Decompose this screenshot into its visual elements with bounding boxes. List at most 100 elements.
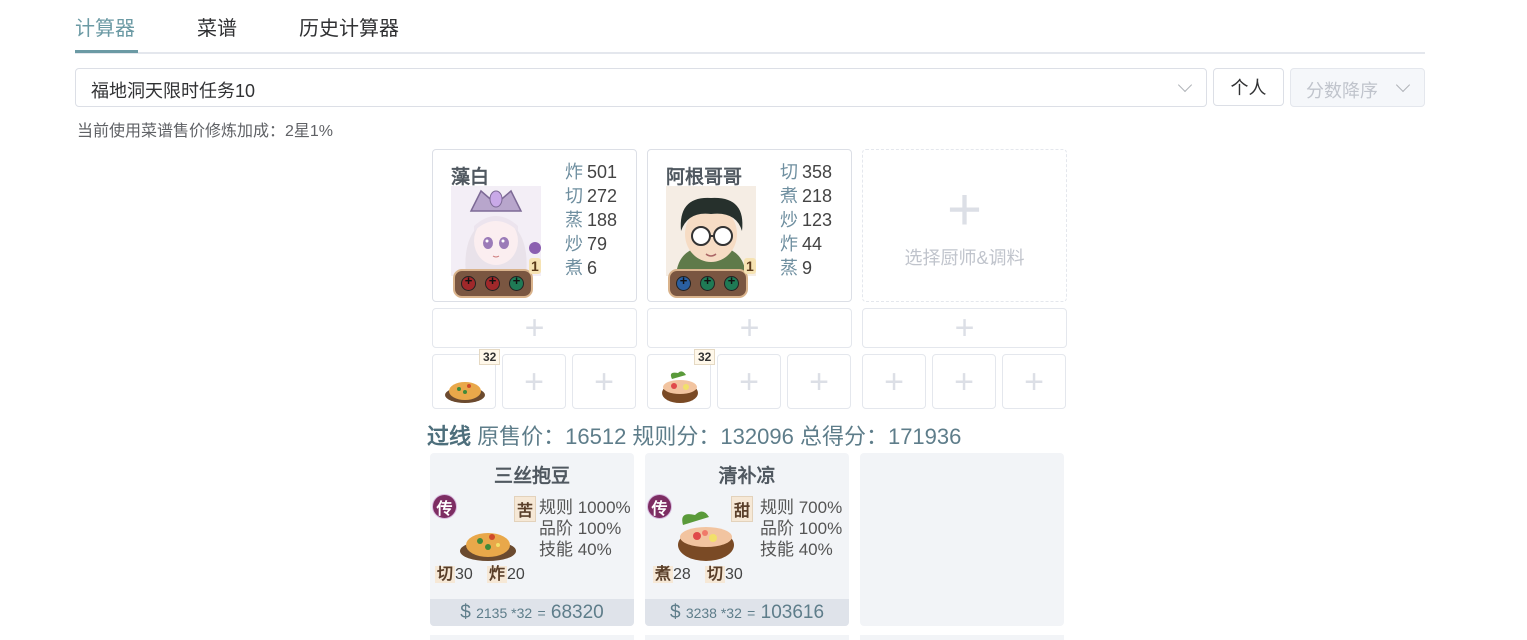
tab-calculator[interactable]: 计算器	[75, 12, 135, 41]
skill-type: 炸	[565, 162, 583, 182]
dish-icon	[445, 382, 485, 403]
recipe-requirement: 煮 28	[653, 566, 691, 583]
chef-avatar	[666, 186, 756, 276]
tab-active-indicator	[75, 50, 138, 53]
recipe-card-next	[430, 635, 634, 640]
gem-slot-icon	[676, 273, 691, 291]
recipe-name: 清补凉	[718, 466, 776, 487]
plus-icon: +	[954, 362, 974, 401]
rarity-badge: 传	[432, 494, 457, 519]
gem-slot-icon	[724, 273, 739, 291]
recipe-card-next	[645, 635, 849, 640]
gem-slot-icon	[485, 273, 500, 291]
recipe-slot[interactable]: +	[932, 354, 996, 409]
chef-card[interactable]: 藻白 炸501 切272 蒸188 炒79 煮6 1	[432, 149, 637, 302]
recipe-quantity-badge: 32	[479, 349, 501, 365]
tab-bar: 计算器 菜谱 历史计算器	[75, 0, 1425, 54]
plus-icon: +	[1024, 362, 1044, 401]
skill-type: 切	[565, 186, 583, 206]
recipe-stats: 规则 700% 品阶 100% 技能 40%	[760, 497, 842, 560]
chef-name: 阿根哥哥	[666, 167, 743, 188]
skill-type: 蒸	[780, 258, 798, 278]
plus-icon: +	[809, 362, 829, 401]
plus-icon: +	[739, 362, 759, 401]
sort-select-value: 分数降序	[1306, 81, 1378, 101]
rarity-badge: 传	[647, 494, 672, 519]
chef-card[interactable]: 阿根哥哥 切358 煮218 炒123 炸44 蒸9 1	[647, 149, 852, 302]
chef-avatar	[451, 186, 541, 276]
recipe-card[interactable]: 三丝抱豆 传 苦 规则 1000% 品阶 100% 技能 40% 切 30 炸 20…	[430, 453, 634, 626]
skill-value: 188	[587, 210, 618, 230]
plus-icon: +	[524, 362, 544, 401]
dish-icon	[662, 371, 698, 403]
personal-button[interactable]: 个人	[1213, 68, 1284, 106]
gem-slot-icon	[509, 273, 524, 291]
skill-type: 切	[780, 162, 798, 182]
tab-history-calculator[interactable]: 历史计算器	[299, 12, 399, 41]
recipe-price: $ 3238 *32 = 103616	[645, 599, 849, 626]
score-text: 原售价：16512 规则分：132096 总得分：171936	[477, 424, 962, 449]
recipe-name: 三丝抱豆	[493, 466, 570, 487]
recipe-slot[interactable]: +	[717, 354, 781, 409]
recipe-slot[interactable]: +	[862, 354, 926, 409]
recipe-slot[interactable]: +	[502, 354, 566, 409]
equipment-slots[interactable]	[453, 269, 533, 298]
plus-icon: +	[946, 176, 983, 244]
recipe-card-next	[860, 635, 1064, 640]
rule-bonus: 规则 700%	[760, 498, 843, 517]
skill-value: 9	[802, 258, 813, 278]
chef-level-badge: 1	[529, 258, 541, 274]
sort-select[interactable]: 分数降序	[1290, 68, 1425, 107]
skill-type: 煮	[565, 258, 583, 278]
recipe-slot[interactable]: +	[1002, 354, 1066, 409]
gem-slot-icon	[461, 273, 476, 291]
skill-value: 79	[587, 234, 608, 254]
recipe-price: $ 2135 *32 = 68320	[430, 599, 634, 626]
plus-icon: +	[524, 309, 545, 347]
recipe-card[interactable]: 清补凉 传 甜 规则 700% 品阶 100% 技能 40% 煮 28 切 30 $…	[645, 453, 849, 626]
task-select[interactable]: 福地洞天限时任务10	[75, 68, 1207, 107]
recipe-slot[interactable]: +	[787, 354, 851, 409]
rule-bonus: 规则 1000%	[539, 498, 631, 517]
chevron-down-icon	[1395, 77, 1411, 93]
recipe-quantity-badge: 32	[694, 349, 716, 365]
skill-type: 煮	[780, 186, 798, 206]
chef-skills: 切 358 煮 218 炒 123 炸 44 蒸9	[780, 160, 832, 280]
task-select-value: 福地洞天限时任务10	[91, 81, 256, 101]
skill-value: 358	[802, 162, 833, 182]
skill-value: 123	[802, 210, 833, 230]
grade-bonus: 品阶 100%	[539, 519, 622, 538]
chef-name: 藻白	[451, 167, 490, 188]
bonus-text: 当前使用菜谱售价修炼加成：2星1%	[77, 123, 334, 140]
recipe-requirement: 炸 20	[487, 566, 525, 583]
skill-type: 炒	[780, 210, 798, 230]
recipe-requirement: 切 30	[705, 566, 743, 583]
recipe-requirement: 切 30	[435, 566, 473, 583]
recipe-slot[interactable]: +	[572, 354, 636, 409]
dish-icon	[678, 511, 734, 561]
add-equipment-slot[interactable]: +	[862, 308, 1067, 348]
pass-status: 过线	[427, 424, 472, 449]
skill-value: 44	[802, 234, 823, 254]
plus-icon: +	[954, 309, 975, 347]
skill-value: 218	[802, 186, 833, 206]
add-equipment-slot[interactable]: +	[647, 308, 852, 348]
recipe-card-empty	[860, 453, 1064, 626]
skill-type: 蒸	[565, 210, 583, 230]
tab-recipes[interactable]: 菜谱	[197, 12, 237, 41]
skill-bonus: 技能 40%	[760, 540, 833, 559]
plus-icon: +	[739, 309, 760, 347]
equipment-slots[interactable]	[668, 269, 748, 298]
skill-bonus: 技能 40%	[539, 540, 612, 559]
recipe-stats: 规则 1000% 品阶 100% 技能 40%	[539, 497, 631, 560]
add-equipment-slot[interactable]: +	[432, 308, 637, 348]
skill-value: 272	[587, 186, 618, 206]
score-summary: 过线 原售价：16512 规则分：132096 总得分：171936	[427, 419, 961, 451]
skill-value: 501	[587, 162, 618, 182]
chef-level-badge: 1	[744, 258, 756, 274]
add-chef-slot[interactable]: + 选择厨师&调料	[862, 149, 1067, 302]
skill-value: 6	[587, 258, 598, 278]
grade-bonus: 品阶 100%	[760, 519, 843, 538]
chef-skills: 炸 501 切 272 蒸 188 炒 79 煮6	[565, 160, 617, 280]
add-chef-label: 选择厨师&调料	[904, 248, 1025, 268]
